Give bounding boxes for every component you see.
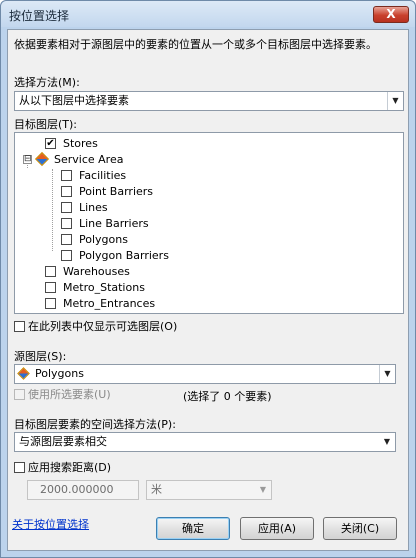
checkbox-facilities[interactable] bbox=[61, 169, 72, 181]
source-layer-dropdown[interactable]: Polygons ▼ bbox=[14, 364, 396, 384]
selection-method-dropdown[interactable]: 从以下图层中选择要素 ▼ bbox=[14, 91, 404, 111]
checkbox-polygon-barriers[interactable] bbox=[61, 249, 72, 261]
chevron-down-icon: ▼ bbox=[259, 485, 267, 494]
title-bar[interactable]: 按位置选择 X bbox=[1, 1, 415, 27]
spatial-method-value: 与源图层要素相交 bbox=[19, 435, 107, 448]
about-select-by-location-link[interactable]: 关于按位置选择 bbox=[12, 516, 89, 532]
only-selectable-checkbox[interactable] bbox=[14, 320, 25, 332]
chevron-down-icon: ▼ bbox=[379, 365, 395, 383]
layer-item-polygons[interactable]: Polygons bbox=[61, 232, 128, 248]
layer-item-warehouses[interactable]: Warehouses bbox=[45, 264, 130, 280]
use-selected-checkbox[interactable] bbox=[14, 388, 25, 400]
apply-button[interactable]: 应用(A) bbox=[240, 517, 314, 540]
source-layer-value: Polygons bbox=[35, 367, 84, 380]
search-distance-checkbox[interactable] bbox=[14, 461, 25, 473]
dialog-body: 依据要素相对于源图层中的要素的位置从一个或多个目标图层中选择要素。 选择方法(M… bbox=[7, 29, 409, 551]
dialog-window: 按位置选择 X 依据要素相对于源图层中的要素的位置从一个或多个目标图层中选择要素… bbox=[0, 0, 416, 558]
only-selectable-option[interactable]: 在此列表中仅显示可选图层(O) bbox=[14, 319, 177, 335]
use-selected-option[interactable]: 使用所选要素(U) bbox=[14, 387, 111, 403]
close-button[interactable]: 关闭(C) bbox=[323, 517, 397, 540]
close-icon: X bbox=[386, 7, 396, 21]
search-distance-option[interactable]: 应用搜索距离(D) bbox=[14, 460, 111, 476]
distance-unit-dropdown[interactable]: 米 ▼ bbox=[146, 480, 272, 500]
layer-item-lines[interactable]: Lines bbox=[61, 200, 108, 216]
layer-item-line-barriers[interactable]: Line Barriers bbox=[61, 216, 149, 232]
target-layers-label: 目标图层(T): bbox=[14, 118, 78, 131]
layer-item-stores[interactable]: Stores bbox=[45, 136, 98, 152]
selected-count-text: (选择了 0 个要素) bbox=[183, 390, 272, 403]
checkbox-stores[interactable] bbox=[45, 137, 56, 149]
layer-item-point-barriers[interactable]: Point Barriers bbox=[61, 184, 153, 200]
search-distance-input[interactable]: 2000.000000 bbox=[27, 480, 139, 500]
layer-item-metro-entrances[interactable]: Metro_Entrances bbox=[45, 296, 155, 312]
selection-method-value: 从以下图层中选择要素 bbox=[19, 94, 129, 107]
checkbox-warehouses[interactable] bbox=[45, 265, 56, 277]
source-layer-label: 源图层(S): bbox=[14, 350, 67, 363]
checkbox-point-barriers[interactable] bbox=[61, 185, 72, 197]
chevron-down-icon: ▼ bbox=[387, 92, 403, 110]
layer-item-metro-stations[interactable]: Metro_Stations bbox=[45, 280, 145, 296]
spatial-method-dropdown[interactable]: 与源图层要素相交 ▼ bbox=[14, 432, 396, 452]
description-text: 依据要素相对于源图层中的要素的位置从一个或多个目标图层中选择要素。 bbox=[14, 38, 377, 51]
layer-item-facilities[interactable]: Facilities bbox=[61, 168, 126, 184]
spatial-method-label: 目标图层要素的空间选择方法(P): bbox=[14, 418, 176, 431]
checkbox-lines[interactable] bbox=[61, 201, 72, 213]
tree-connector bbox=[52, 169, 53, 251]
distance-unit-value: 米 bbox=[151, 483, 162, 496]
polygon-layer-icon bbox=[17, 366, 30, 380]
network-dataset-icon bbox=[34, 151, 50, 167]
checkbox-metro-stations[interactable] bbox=[45, 281, 56, 293]
layer-item-polygon-barriers[interactable]: Polygon Barriers bbox=[61, 248, 169, 264]
checkbox-polygons[interactable] bbox=[61, 233, 72, 245]
checkbox-metro-entrances[interactable] bbox=[45, 297, 56, 309]
layer-group-service-area[interactable]: ⊟ Service Area bbox=[23, 151, 123, 168]
close-window-button[interactable]: X bbox=[373, 6, 409, 23]
checkbox-line-barriers[interactable] bbox=[61, 217, 72, 229]
selection-method-label: 选择方法(M): bbox=[14, 76, 80, 89]
ok-button[interactable]: 确定 bbox=[156, 517, 230, 540]
collapse-icon[interactable]: ⊟ bbox=[23, 154, 32, 164]
chevron-down-icon: ▼ bbox=[383, 437, 391, 446]
target-layers-tree[interactable]: Stores ⊟Service Area Facilities Point Ba… bbox=[14, 132, 404, 314]
window-title: 按位置选择 bbox=[9, 9, 70, 23]
